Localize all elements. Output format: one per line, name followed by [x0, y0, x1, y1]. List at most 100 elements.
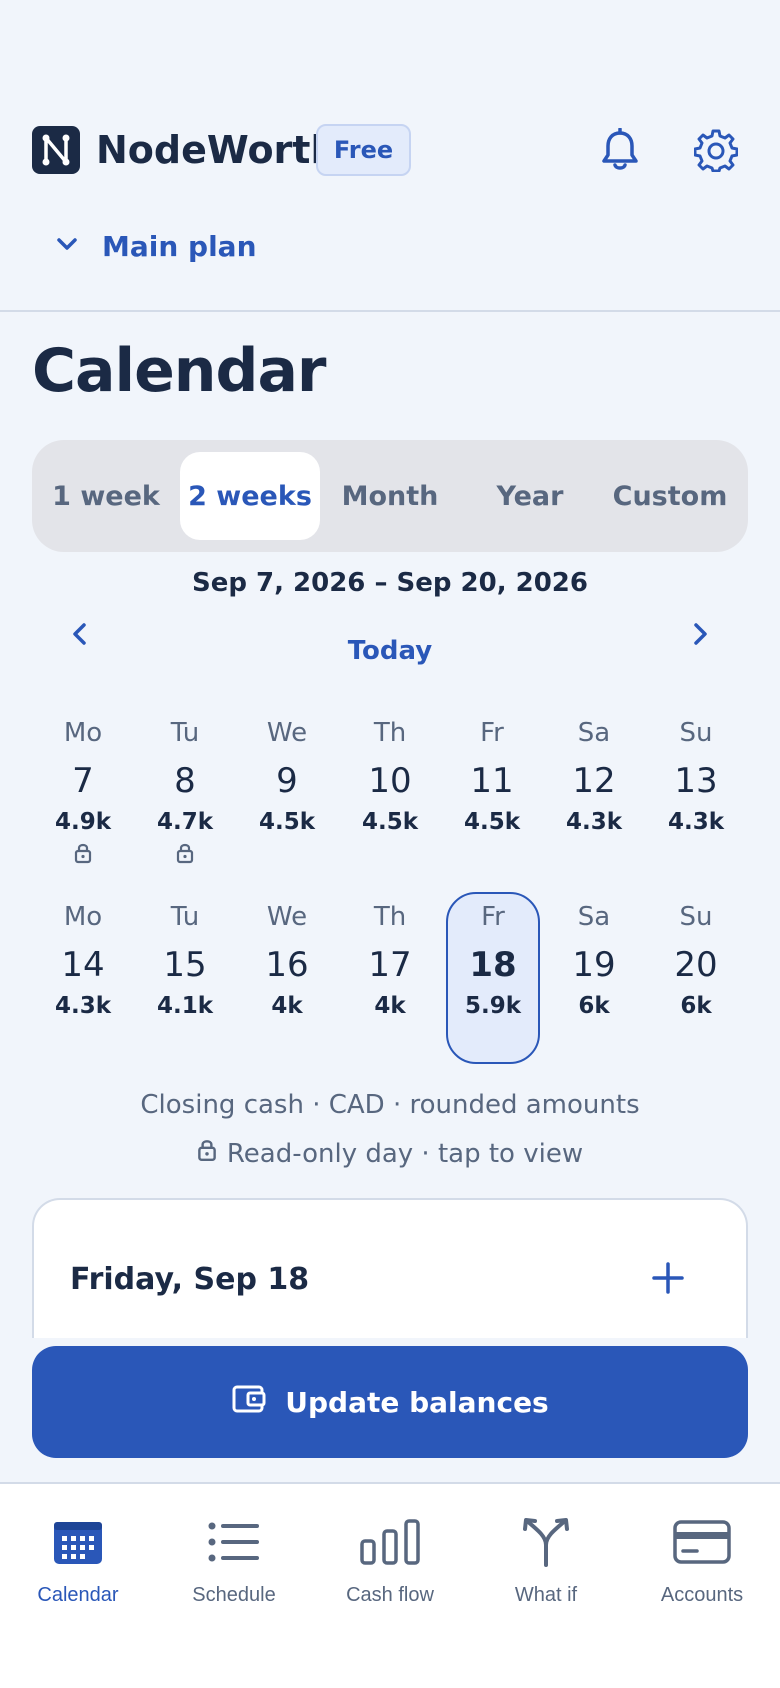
- day-number: 9: [276, 761, 298, 801]
- tab-accounts[interactable]: Accounts: [624, 1514, 780, 1624]
- calendar-day[interactable]: We 16 4k: [240, 900, 334, 1022]
- notifications-bell-icon[interactable]: [596, 124, 644, 176]
- day-number: 14: [61, 945, 105, 985]
- day-balance: 4.5k: [361, 809, 419, 835]
- today-button[interactable]: Today: [0, 636, 780, 666]
- page-title: Calendar: [32, 336, 327, 406]
- app-name: NodeWorth: [96, 128, 338, 172]
- tab-1-week[interactable]: 1 week: [36, 452, 176, 540]
- add-entry-button[interactable]: [646, 1256, 690, 1300]
- tab-calendar-label: Calendar: [37, 1584, 119, 1606]
- day-balance: 4k: [271, 993, 303, 1019]
- day-balance: 4.9k: [54, 809, 112, 835]
- day-of-week: Th: [373, 902, 407, 932]
- day-of-week: Tu: [170, 718, 200, 748]
- day-of-week: Sa: [577, 718, 611, 748]
- chevron-right-icon: [694, 623, 707, 645]
- calendar-day[interactable]: Sa 12 4.3k: [547, 716, 641, 838]
- plan-selector-label: Main plan: [102, 229, 257, 263]
- day-number: 16: [265, 945, 309, 985]
- tab-year[interactable]: Year: [460, 452, 600, 540]
- wallet-icon: [231, 1382, 267, 1423]
- day-number: 19: [572, 945, 616, 985]
- tab-what-if[interactable]: What if: [468, 1514, 624, 1624]
- list-icon: [156, 1514, 312, 1570]
- plus-icon: [652, 1262, 684, 1294]
- day-of-week: Su: [679, 902, 713, 932]
- day-number: 12: [572, 761, 616, 801]
- tab-2-weeks[interactable]: 2 weeks: [180, 452, 320, 540]
- day-balance: 4k: [374, 993, 406, 1019]
- day-balance: 4.5k: [463, 809, 521, 835]
- logo-icon: [32, 126, 80, 174]
- day-balance: 4.5k: [258, 809, 316, 835]
- day-balance: 5.9k: [464, 993, 522, 1019]
- day-of-week: We: [266, 718, 308, 748]
- calendar-icon: [0, 1514, 156, 1570]
- calendar-day[interactable]: Th 17 4k: [343, 900, 437, 1022]
- calendar-day[interactable]: Th 10 4.5k: [343, 716, 437, 838]
- calendar-day[interactable]: Su 20 6k: [649, 900, 743, 1022]
- calendar-day[interactable]: Su 13 4.3k: [649, 716, 743, 838]
- tab-schedule[interactable]: Schedule: [156, 1514, 312, 1624]
- day-number: 20: [674, 945, 718, 985]
- tab-what-if-label: What if: [514, 1584, 578, 1606]
- split-icon: [468, 1514, 624, 1570]
- day-number: 15: [163, 945, 207, 985]
- calendar-day[interactable]: Tu 8 4.7k: [138, 716, 232, 872]
- day-detail-title: Friday, Sep 18: [70, 1262, 310, 1297]
- calendar-day[interactable]: Sa 19 6k: [547, 900, 641, 1022]
- day-of-week: Fr: [481, 902, 505, 932]
- day-balance: 6k: [578, 993, 610, 1019]
- day-of-week: Su: [679, 718, 713, 748]
- day-number: 8: [174, 761, 196, 801]
- calendar-day[interactable]: Tu 15 4.1k: [138, 900, 232, 1022]
- tab-month[interactable]: Month: [320, 452, 460, 540]
- tab-schedule-label: Schedule: [192, 1584, 276, 1606]
- day-of-week: Fr: [480, 718, 504, 748]
- bar-chart-icon: [312, 1514, 468, 1570]
- day-balance: 4.3k: [565, 809, 623, 835]
- day-of-week: Tu: [170, 902, 200, 932]
- calendar-day[interactable]: Mo 7 4.9k: [36, 716, 130, 872]
- day-balance: 4.3k: [54, 993, 112, 1019]
- plan-badge[interactable]: Free: [316, 124, 411, 176]
- day-of-week: Sa: [577, 902, 611, 932]
- day-balance: 4.1k: [156, 993, 214, 1019]
- calendar-day[interactable]: We 9 4.5k: [240, 716, 334, 838]
- day-of-week: Mo: [63, 718, 103, 748]
- day-balance: 4.3k: [667, 809, 725, 835]
- tab-custom[interactable]: Custom: [600, 452, 740, 540]
- update-balances-button[interactable]: Update balances: [32, 1346, 748, 1458]
- lock-icon: [36, 842, 130, 872]
- calendar-day[interactable]: Fr 11 4.5k: [445, 716, 539, 838]
- calendar-day[interactable]: Mo 14 4.3k: [36, 900, 130, 1022]
- tab-accounts-label: Accounts: [660, 1584, 744, 1606]
- date-range-label: Sep 7, 2026 – Sep 20, 2026: [191, 568, 588, 598]
- day-number: 10: [368, 761, 412, 801]
- day-of-week: Th: [373, 718, 407, 748]
- range-tabs: 1 week 2 weeks Month Year Custom: [32, 440, 748, 552]
- day-of-week: We: [266, 902, 308, 932]
- calendar-day-selected[interactable]: Fr 18 5.9k: [446, 892, 540, 1064]
- legend-readonly-note: Read-only day · tap to view: [0, 1138, 780, 1169]
- next-period-button[interactable]: [680, 614, 720, 654]
- lock-icon: [138, 842, 232, 872]
- tab-calendar[interactable]: Calendar: [0, 1514, 156, 1624]
- plan-selector[interactable]: Main plan: [52, 226, 257, 266]
- legend-currency-note: Closing cash · CAD · rounded amounts: [140, 1090, 640, 1120]
- day-number: 17: [368, 945, 412, 985]
- lock-icon: [197, 1138, 217, 1169]
- chevron-down-icon: [52, 229, 82, 263]
- bottom-tab-bar: Calendar Schedule Cash flow What if Acco…: [0, 1482, 780, 1688]
- day-of-week: Mo: [63, 902, 103, 932]
- card-icon: [624, 1514, 780, 1570]
- day-number: 13: [674, 761, 718, 801]
- day-balance: 6k: [680, 993, 712, 1019]
- day-number: 7: [72, 761, 94, 801]
- settings-gear-icon[interactable]: [692, 124, 740, 176]
- tab-cash-flow[interactable]: Cash flow: [312, 1514, 468, 1624]
- day-balance: 4.7k: [156, 809, 214, 835]
- day-number: 11: [470, 761, 514, 801]
- tab-cash-flow-label: Cash flow: [346, 1584, 434, 1606]
